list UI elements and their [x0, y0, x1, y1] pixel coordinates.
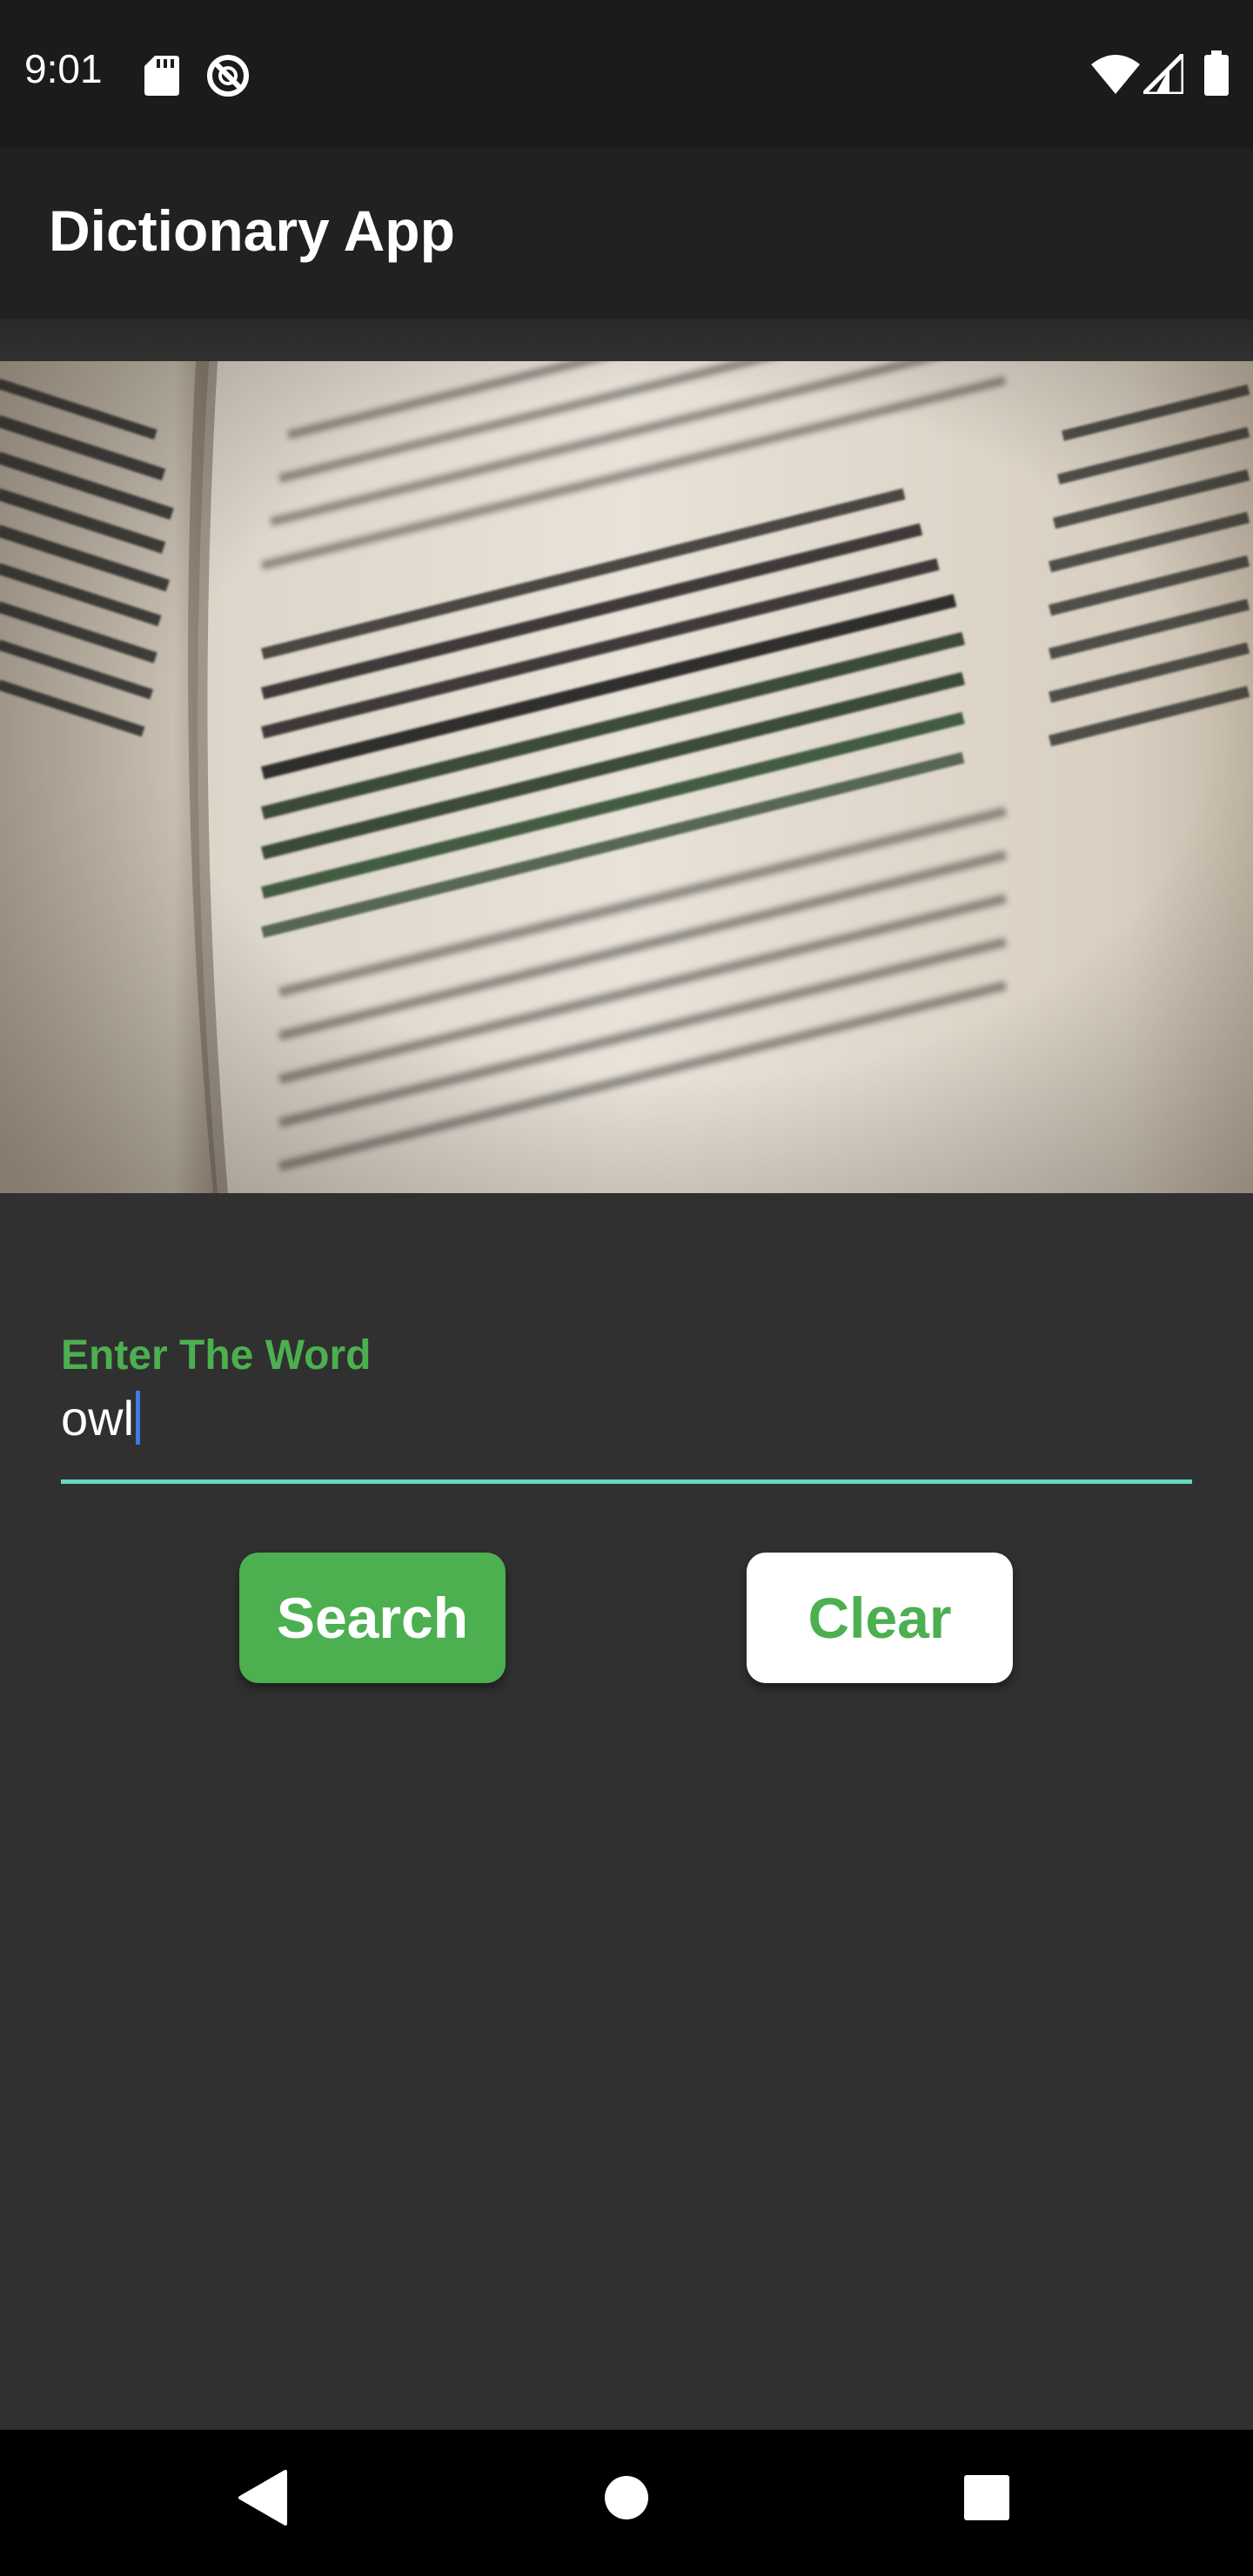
app-title: Dictionary App [49, 198, 455, 263]
back-icon[interactable] [238, 2470, 287, 2526]
sd-card-icon [144, 56, 179, 96]
dictionary-page-image [0, 361, 1253, 1193]
app-bar: Dictionary App [0, 149, 1253, 319]
dictionary-illustration [0, 361, 1253, 1193]
word-input-value: owl [61, 1390, 135, 1446]
status-time: 9:01 [24, 46, 103, 91]
word-field-label: Enter The Word [61, 1332, 372, 1379]
word-input[interactable]: owl [61, 1387, 1192, 1448]
home-icon[interactable] [604, 2475, 649, 2520]
clear-button[interactable]: Clear [747, 1553, 1013, 1683]
app-bar-shadow [0, 319, 1253, 361]
search-button[interactable]: Search [239, 1553, 506, 1683]
status-bar: 9:01 [0, 0, 1253, 149]
word-input-underline [61, 1479, 1192, 1484]
signal-icon [1143, 54, 1183, 94]
sync-disabled-icon [207, 55, 249, 97]
navigation-bar [0, 2430, 1253, 2576]
screen: 9:01 Dictionary App Enter The Word owl S… [0, 0, 1253, 2576]
wifi-icon [1091, 55, 1140, 94]
recents-icon[interactable] [964, 2475, 1009, 2520]
text-cursor [136, 1391, 141, 1445]
battery-icon [1204, 50, 1229, 96]
